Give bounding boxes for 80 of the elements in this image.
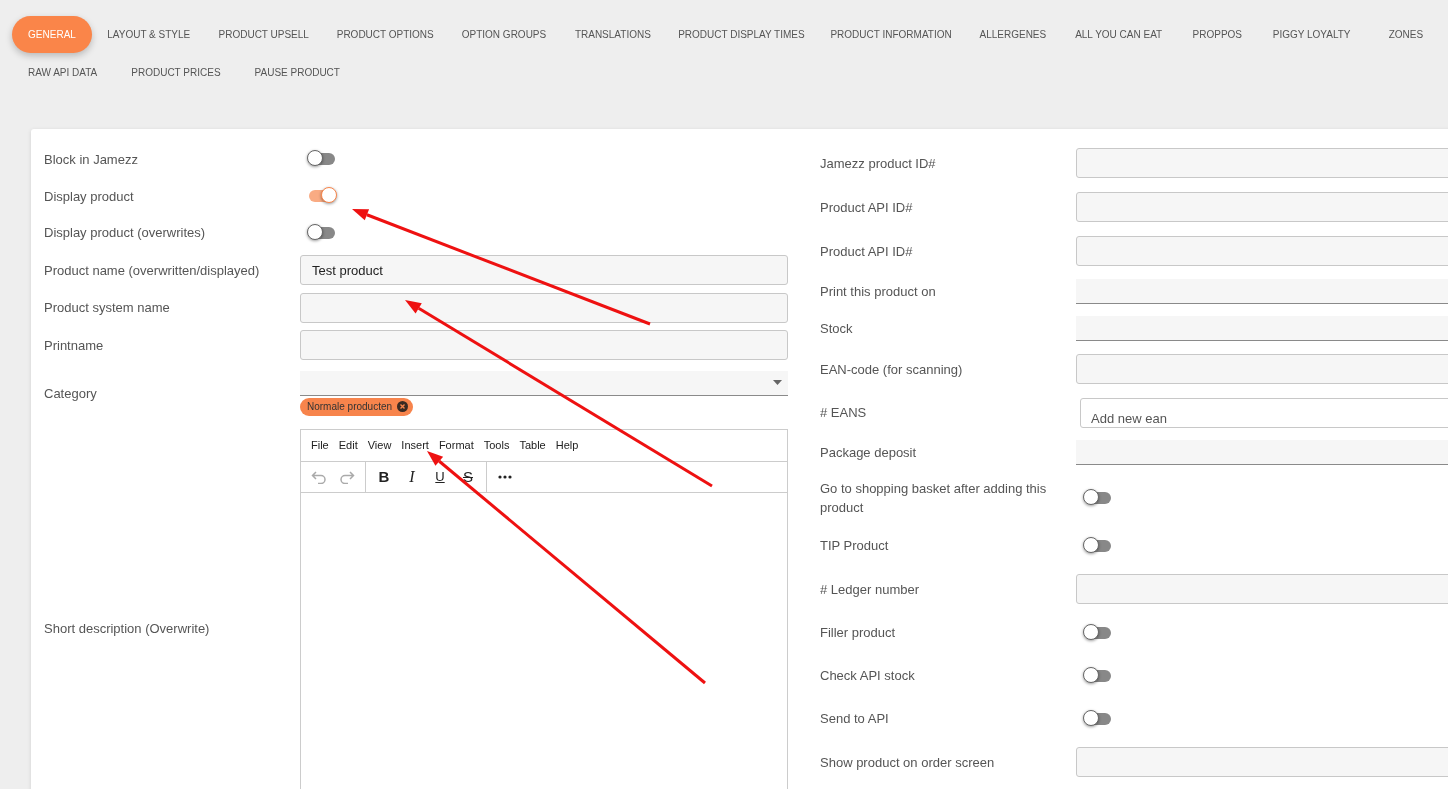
tab[interactable]: ALL YOU CAN EAT — [1062, 16, 1176, 53]
input-field[interactable] — [1076, 279, 1448, 304]
tab[interactable]: PIGGY LOYALTY — [1259, 16, 1364, 53]
field-label: Display product — [44, 187, 135, 206]
text-field[interactable] — [1076, 192, 1448, 222]
field-label: Display product (overwrites) — [44, 224, 207, 243]
tab[interactable]: PRODUCT PRICES — [115, 54, 237, 91]
tab[interactable]: PRODUCT DISPLAY TIMES — [666, 16, 817, 53]
tab[interactable]: PRODUCT INFORMATION — [818, 16, 964, 53]
field-label: Package deposit — [820, 444, 918, 462]
field-label: Show product on order screen — [820, 753, 996, 772]
tag-input-field[interactable]: Add new ean — [1080, 397, 1448, 428]
strike-button[interactable]: S — [454, 464, 482, 490]
field-label: Product system name — [44, 299, 171, 318]
text-field[interactable] — [300, 292, 788, 323]
field-label: Product API ID# — [820, 198, 914, 217]
editor-menu-item[interactable]: Table — [514, 439, 551, 452]
field-label: Category — [44, 385, 98, 403]
italic-button[interactable]: I — [398, 464, 426, 490]
field-label: Block in Jamezz — [44, 150, 139, 169]
toggle-switch[interactable] — [1085, 712, 1111, 725]
field-label: TIP Product — [820, 537, 890, 555]
underline-button[interactable]: U — [426, 464, 454, 490]
text-field[interactable] — [1076, 354, 1448, 384]
toggle-switch[interactable] — [309, 190, 335, 203]
tab[interactable]: TRANSLATIONS — [561, 16, 665, 53]
tab[interactable]: RAW API DATA — [12, 54, 114, 91]
tab[interactable]: ALLERGENES — [965, 16, 1060, 53]
bold-button[interactable]: B — [370, 464, 398, 490]
field-label: Product API ID# — [820, 242, 914, 261]
field-label: # Ledger number — [820, 580, 920, 599]
editor-menu-item[interactable]: Tools — [478, 439, 515, 452]
tab[interactable]: PROPPOS — [1177, 16, 1258, 53]
tab[interactable]: LAYOUT & STYLE — [94, 16, 204, 53]
category-chip[interactable]: Normale producten — [300, 398, 414, 416]
field-label: Stock — [820, 320, 854, 338]
redo-icon — [339, 470, 355, 484]
field-label: Print this product on — [820, 283, 937, 301]
dropdown-caret-icon — [773, 380, 782, 386]
tab[interactable]: PRODUCT UPSELL — [205, 16, 322, 53]
tab[interactable]: PAUSE PRODUCT — [238, 54, 356, 91]
tab[interactable]: OPTION GROUPS — [448, 16, 560, 53]
editor-menu-item[interactable]: View — [362, 439, 397, 452]
text-field[interactable] — [300, 330, 788, 361]
toggle-switch[interactable] — [309, 226, 335, 239]
remove-icon[interactable] — [397, 401, 409, 413]
field-label: Send to API — [820, 710, 890, 728]
rich-text-editor[interactable]: File Edit View Insert Format Tools Table Help B I U S — [300, 429, 788, 789]
field-label: Go to shopping basket after adding this product — [820, 479, 1048, 517]
dropdown-field[interactable] — [300, 371, 788, 396]
field-label: Printname — [44, 336, 105, 355]
text-field[interactable] — [1076, 747, 1448, 777]
field-label: # EANS — [820, 404, 868, 422]
toggle-switch[interactable] — [1085, 491, 1111, 504]
input-field[interactable] — [1076, 440, 1448, 465]
field-label: Jamezz product ID# — [820, 154, 937, 173]
tab[interactable]: PRODUCT OPTIONS — [323, 16, 447, 53]
text-field[interactable] — [1076, 148, 1448, 178]
undo-icon — [311, 470, 327, 484]
text-field[interactable] — [1076, 236, 1448, 266]
toggle-switch[interactable] — [1085, 539, 1111, 552]
field-label: Short description (Overwrite) — [44, 620, 211, 639]
editor-menu-item[interactable]: Help — [550, 439, 584, 452]
editor-menu-item[interactable]: Insert — [396, 439, 434, 452]
field-label: Product name (overwritten/displayed) — [44, 261, 261, 280]
toggle-switch[interactable] — [1085, 669, 1111, 682]
text-field[interactable]: Test product — [300, 255, 788, 285]
field-label: EAN-code (for scanning) — [820, 360, 964, 379]
more-icon — [498, 475, 512, 479]
input-field[interactable] — [1076, 316, 1448, 341]
editor-menu-item[interactable]: Format — [433, 439, 479, 452]
toggle-switch[interactable] — [309, 153, 335, 166]
field-label: Filler product — [820, 624, 897, 642]
editor-menu-item[interactable]: Edit — [333, 439, 363, 452]
tab[interactable]: ZONES — [1365, 16, 1446, 53]
field-label: Check API stock — [820, 667, 916, 685]
ean-input[interactable]: Add new ean — [1091, 410, 1391, 426]
toggle-switch[interactable] — [1085, 626, 1111, 639]
editor-menu-item[interactable]: File — [306, 439, 334, 452]
text-field[interactable] — [1076, 574, 1448, 604]
